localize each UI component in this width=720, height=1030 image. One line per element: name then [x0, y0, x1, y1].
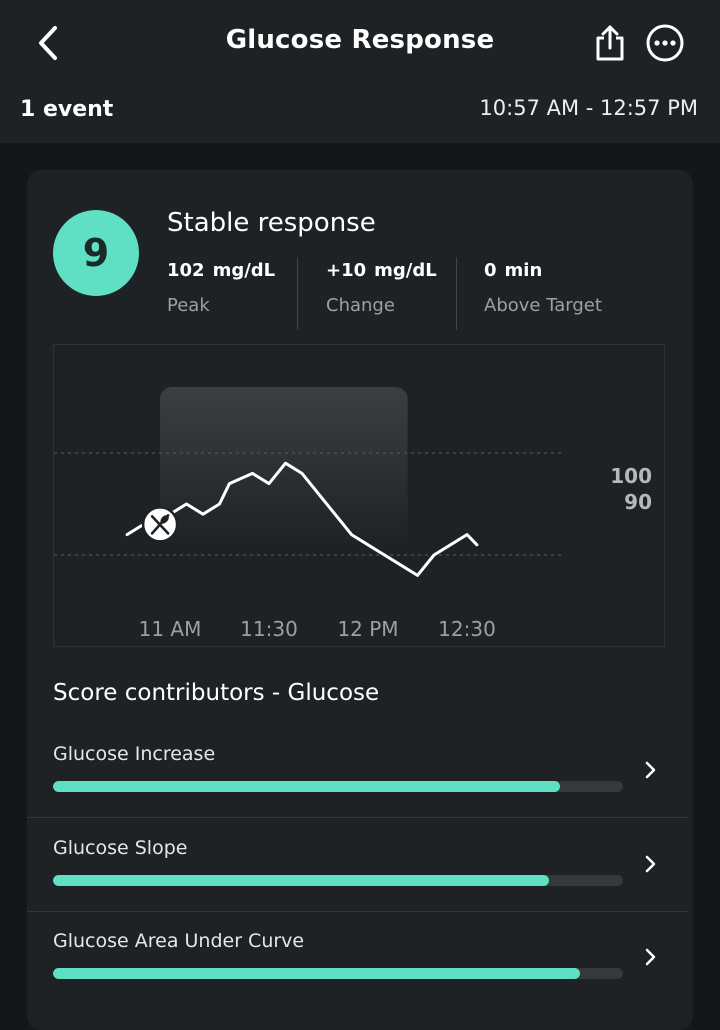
chevron-right-icon	[645, 948, 656, 966]
stat-divider	[297, 257, 298, 330]
contributor-label: Glucose Slope	[53, 837, 188, 859]
glucose-chart[interactable]: 100 90 11 AM 11:30 12 PM 12:30	[53, 344, 665, 647]
progress-track	[53, 875, 623, 886]
above-target-label: Above Target	[484, 295, 602, 316]
share-icon	[596, 25, 624, 61]
above-target-unit: min	[504, 260, 543, 281]
peak-unit: mg/dL	[212, 260, 276, 281]
chevron-right-icon	[645, 855, 656, 873]
contributor-glucose-auc[interactable]: Glucose Area Under Curve	[27, 920, 693, 1013]
progress-track	[53, 968, 623, 979]
x-tick-label: 11:30	[240, 617, 298, 641]
contributor-label: Glucose Increase	[53, 743, 216, 765]
response-card: 9 Stable response 102 mg/dL Peak +10 mg/dL…	[27, 170, 693, 1030]
peak-label: Peak	[167, 295, 210, 316]
top-bar: Glucose Response 1 event 10:57 AM - 12:5…	[0, 0, 720, 143]
event-count: 1 event	[20, 97, 114, 122]
y-tick-label: 90	[624, 490, 652, 514]
above-target-value: 0	[484, 260, 497, 281]
stat-peak: 102 mg/dL Peak	[167, 260, 275, 316]
progress-fill	[53, 875, 549, 886]
score-value: 9	[82, 231, 110, 275]
divider	[27, 817, 687, 818]
stat-change: +10 mg/dL Change	[326, 260, 437, 316]
contributor-label: Glucose Area Under Curve	[53, 930, 305, 952]
x-tick-label: 11 AM	[139, 617, 202, 641]
progress-fill	[53, 968, 581, 979]
change-value: +10	[326, 260, 367, 281]
chevron-right-icon	[645, 761, 656, 779]
progress-fill	[53, 781, 561, 792]
change-label: Change	[326, 295, 395, 316]
more-options-button[interactable]	[645, 23, 685, 63]
stat-divider	[456, 257, 457, 330]
glucose-chart-svg: 10090 11 AM 11:30 12 PM 12:30	[54, 387, 652, 641]
response-title: Stable response	[167, 208, 376, 238]
x-tick-label: 12:30	[438, 617, 496, 641]
more-icon	[646, 24, 684, 62]
contributor-glucose-slope[interactable]: Glucose Slope	[27, 827, 693, 920]
share-button[interactable]	[588, 20, 632, 66]
divider	[27, 911, 687, 912]
change-unit: mg/dL	[374, 260, 437, 281]
stat-above-target: 0 min Above Target	[484, 260, 602, 316]
x-tick-label: 12 PM	[337, 617, 398, 641]
y-tick-label: 100	[610, 464, 652, 488]
fork-knife-icon[interactable]	[141, 506, 179, 543]
score-badge: 9	[53, 210, 139, 296]
progress-track	[53, 781, 623, 792]
peak-value: 102	[167, 260, 205, 281]
contributors-title: Score contributors - Glucose	[53, 680, 380, 706]
time-range: 10:57 AM - 12:57 PM	[479, 96, 698, 120]
contributor-glucose-increase[interactable]: Glucose Increase	[27, 733, 693, 826]
